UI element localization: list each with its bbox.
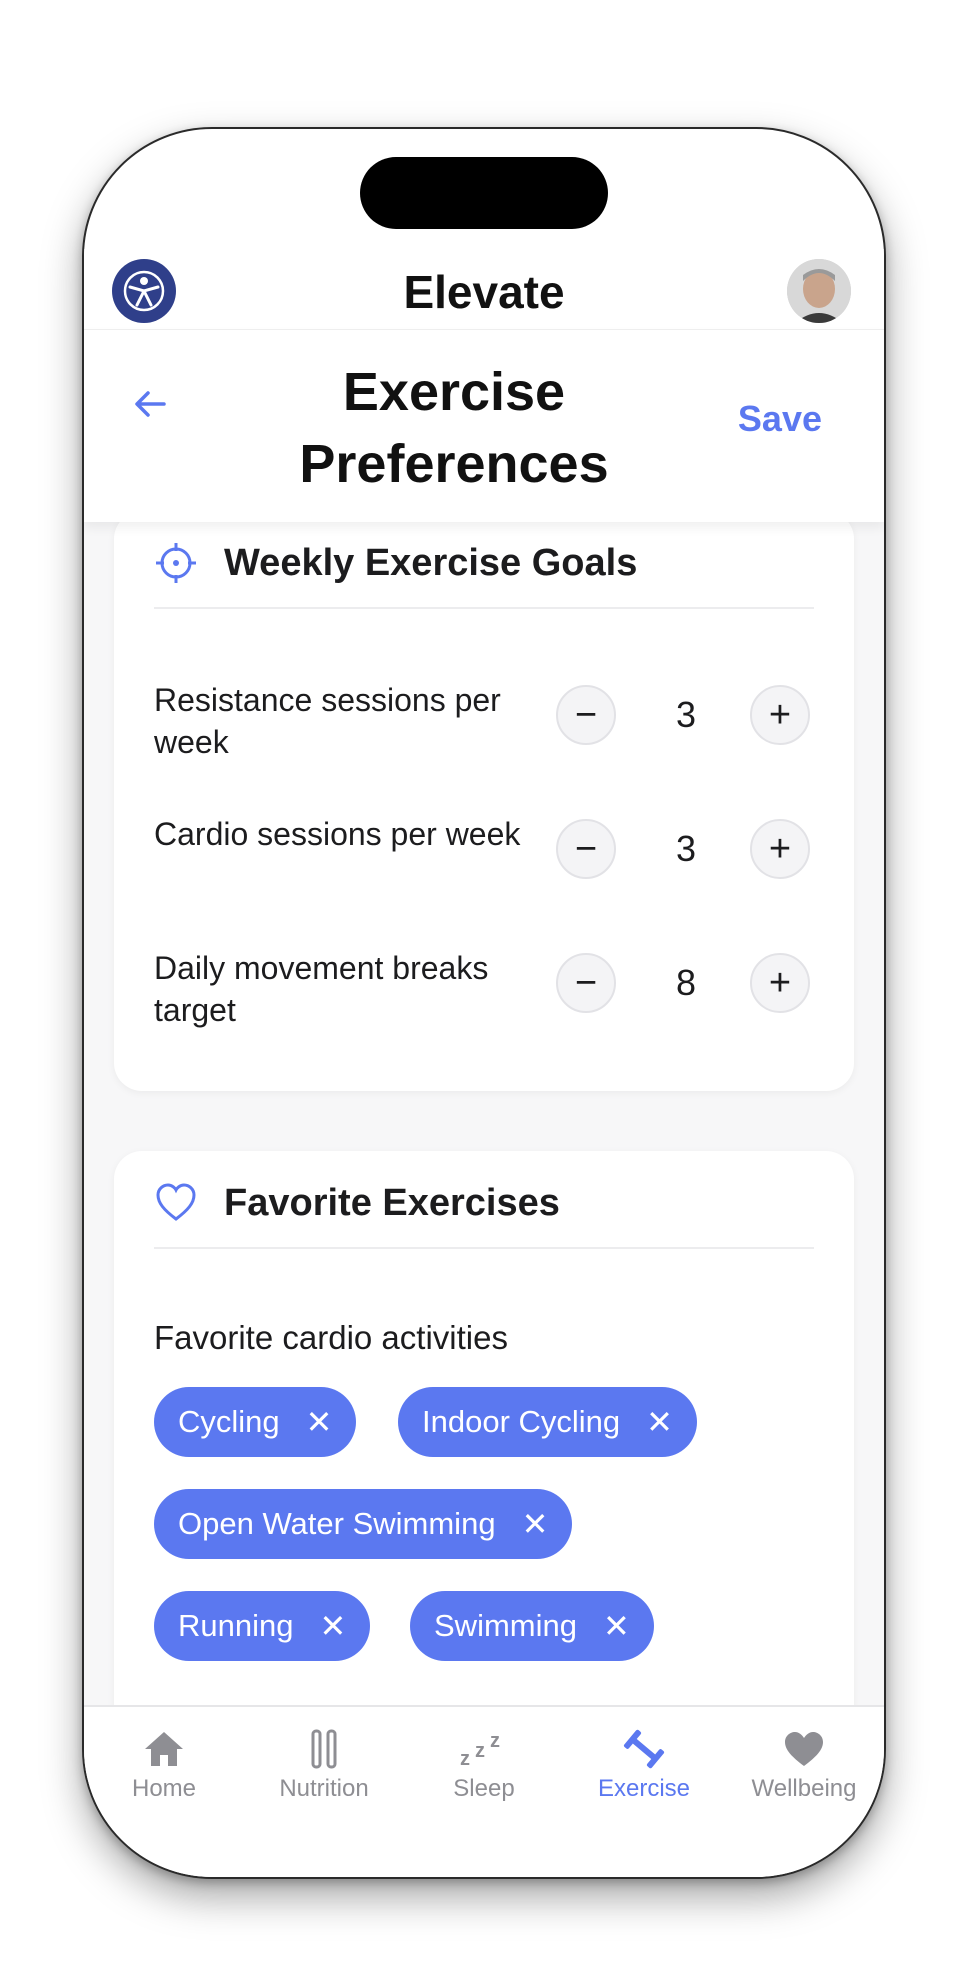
remove-icon[interactable]: ✕ <box>319 1607 346 1645</box>
tab-label: Home <box>131 1775 197 1802</box>
tab-bar: Home Nutrition z z z Sleep Exercise Well… <box>84 1705 884 1877</box>
goal-row-resistance: Resistance sessions per week − 3 + <box>154 679 814 769</box>
dumbbell-icon <box>623 1729 665 1769</box>
tab-home[interactable]: Home <box>84 1729 244 1819</box>
chip-indoor-cycling[interactable]: Indoor Cycling ✕ <box>398 1387 697 1457</box>
tab-label: Nutrition <box>279 1775 369 1802</box>
svg-text:z: z <box>490 1730 500 1752</box>
svg-text:z: z <box>460 1748 470 1769</box>
increment-button[interactable]: + <box>750 685 810 745</box>
tab-label: Sleep <box>453 1775 515 1802</box>
chip-cycling[interactable]: Cycling ✕ <box>154 1387 357 1457</box>
goal-value: 8 <box>675 962 697 1003</box>
card-title: Favorite Exercises <box>224 1182 560 1224</box>
tab-exercise[interactable]: Exercise <box>564 1729 724 1819</box>
tab-sleep[interactable]: z z z Sleep <box>404 1729 564 1819</box>
increment-button[interactable]: + <box>750 953 810 1013</box>
save-button[interactable]: Save <box>738 398 822 440</box>
goal-label: Daily movement breaks target <box>154 950 489 1028</box>
tab-nutrition[interactable]: Nutrition <box>244 1729 404 1819</box>
page-header: Exercise Preferences Save <box>84 329 884 522</box>
zzz-icon: z z z <box>460 1730 500 1769</box>
goal-label: Cardio sessions per week <box>154 816 521 852</box>
weekly-goals-card: Weekly Exercise Goals Resistance session… <box>114 521 854 1091</box>
cardio-activities-label: Favorite cardio activities <box>154 1319 508 1356</box>
page-title: Exercise Preferences <box>299 362 609 494</box>
increment-button[interactable]: + <box>750 819 810 879</box>
tab-wellbeing[interactable]: Wellbeing <box>724 1729 884 1819</box>
chip-swimming[interactable]: Swimming ✕ <box>410 1591 654 1661</box>
decrement-button[interactable]: − <box>556 819 616 879</box>
card-title: Weekly Exercise Goals <box>224 542 638 584</box>
decrement-button[interactable]: − <box>556 685 616 745</box>
heart-outline-icon <box>154 1181 198 1225</box>
chip-label: Open Water Swimming <box>178 1506 496 1541</box>
card-header: Weekly Exercise Goals <box>154 541 814 609</box>
chip-label: Running <box>178 1608 294 1643</box>
goal-label: Resistance sessions per week <box>154 682 501 760</box>
goal-value: 3 <box>675 828 697 869</box>
remove-icon[interactable]: ✕ <box>646 1403 673 1441</box>
chip-label: Swimming <box>434 1608 577 1643</box>
card-header: Favorite Exercises <box>154 1181 814 1249</box>
back-arrow-icon[interactable] <box>130 384 170 424</box>
avatar[interactable] <box>787 259 851 323</box>
decrement-button[interactable]: − <box>556 953 616 1013</box>
svg-text:z: z <box>475 1740 485 1762</box>
app-title: Elevate <box>403 266 565 318</box>
tab-label: Exercise <box>597 1775 691 1802</box>
crosshair-icon <box>154 541 198 585</box>
chip-running[interactable]: Running ✕ <box>154 1591 371 1661</box>
tab-label: Wellbeing <box>751 1775 857 1802</box>
remove-icon[interactable]: ✕ <box>522 1505 549 1543</box>
utensils-icon <box>311 1729 337 1769</box>
chip-open-water-swimming[interactable]: Open Water Swimming ✕ <box>154 1489 573 1559</box>
remove-icon[interactable]: ✕ <box>603 1607 630 1645</box>
remove-icon[interactable]: ✕ <box>306 1403 333 1441</box>
goal-value: 3 <box>675 694 697 735</box>
heart-icon <box>785 1732 823 1766</box>
phone-frame: Elevate Exercise Preferences Save Weekly… <box>82 127 886 1879</box>
chip-label: Indoor Cycling <box>422 1404 621 1439</box>
scroll-content[interactable]: Weekly Exercise Goals Resistance session… <box>84 521 884 1707</box>
goal-row-movement-breaks: Daily movement breaks target − 8 + <box>154 947 814 1037</box>
dynamic-island <box>360 157 608 229</box>
goal-row-cardio: Cardio sessions per week − 3 + <box>154 813 814 903</box>
home-icon <box>145 1732 183 1766</box>
chip-label: Cycling <box>178 1404 280 1439</box>
favorite-exercises-card: Favorite Exercises Favorite cardio activ… <box>114 1151 854 1707</box>
